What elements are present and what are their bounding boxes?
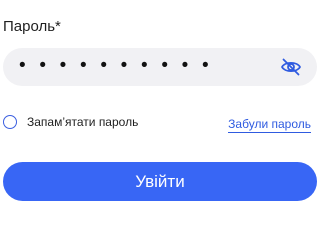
remember-radio-circle[interactable]	[3, 115, 17, 129]
password-field[interactable]: • • • • • • • • • •	[3, 48, 317, 86]
login-form: Пароль* • • • • • • • • • • Запам’ятати …	[0, 0, 320, 240]
forgot-password-link[interactable]: Забули пароль	[228, 117, 311, 133]
password-masked-value[interactable]: • • • • • • • • • •	[19, 56, 213, 76]
login-button[interactable]: Увійти	[3, 162, 317, 201]
remember-password-checkbox[interactable]: Запам’ятати пароль	[3, 115, 138, 129]
remember-password-label: Запам’ятати пароль	[27, 115, 139, 129]
password-label: Пароль*	[3, 18, 61, 35]
eye-off-icon[interactable]	[280, 57, 302, 77]
